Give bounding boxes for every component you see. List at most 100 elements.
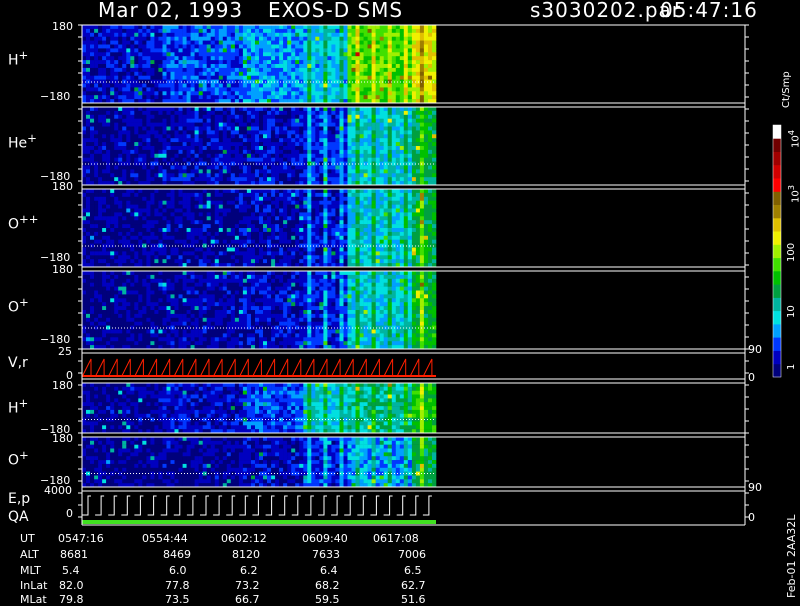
panel-h-plus-cell [154,56,158,60]
panel-h-plus-cell [364,95,368,99]
panel-o-plus-plus-cell [360,212,364,216]
panel-o-plus-plus-cell [158,220,162,224]
panel-h-plus-cell [187,56,191,60]
panel-o-plus-plus-cell [331,216,335,220]
panel-o-plus-plus-cell [335,197,339,201]
panel-h-plus-cell [163,41,167,45]
panel-h-plus-cell [412,76,416,80]
panel-he-plus-cell [251,166,255,170]
panel-h-plus-cell [303,80,307,84]
panel-h-plus-cell [335,87,339,91]
panel-o-plus-plus-cell [191,248,195,252]
panel-o-plus-plus-cell [215,220,219,224]
panel-h-plus-cell [82,72,86,76]
panel-o-plus-plus-cell [203,220,207,224]
panel-he-plus-cell [263,142,267,146]
panel-o-plus-plus-cell [126,189,130,193]
panel-o-plus-plus-cell [207,248,211,252]
panel-he-plus-cell [432,127,436,131]
panel-o-plus-plus-cell [82,197,86,201]
panel-h-plus-cell [183,48,187,52]
panel-he-plus-cell [352,119,356,123]
panel-he-plus-cell [102,173,106,177]
panel-h-plus-cell [207,33,211,37]
panel-h-plus-cell [223,72,227,76]
panel-o-plus-plus-cell [247,216,251,220]
panel-he-plus-cell [396,142,400,146]
panel-h-plus-cell [255,48,259,52]
panel-o-plus-plus-cell [130,255,134,259]
panel-h-plus-cell [303,56,307,60]
panel-he-plus-cell [90,166,94,170]
panel-o-plus-plus-cell [158,259,162,263]
panel-h-plus-cell [424,45,428,49]
panel-h-plus-cell [118,45,122,49]
panel-he-plus-cell [179,127,183,131]
panel-h-plus-cell [368,76,372,80]
panel-he-plus-cell [134,123,138,127]
panel-h-plus-cell [251,37,255,41]
panel-h-plus-cell [247,76,251,80]
panel-h-plus-cell [179,64,183,68]
panel-he-plus-cell [416,146,420,150]
panel-he-plus-cell [150,154,154,158]
panel-o-plus-plus-cell [235,236,239,240]
panel-he-plus-cell [110,127,114,131]
panel-h-plus-cell [195,64,199,68]
panel-he-plus-cell [319,119,323,123]
panel-h-plus-cell [283,48,287,52]
panel-he-plus-cell [416,119,420,123]
panel-h-plus-cell [215,84,219,88]
panel-he-plus-cell [134,177,138,181]
panel-h-plus-cell [187,37,191,41]
panel-h-plus-cell [90,84,94,88]
panel-he-plus-cell [223,123,227,127]
panel-h-plus-cell [215,37,219,41]
panel-h-plus-cell [376,33,380,37]
panel-h-plus-cell [130,76,134,80]
panel-o-plus-plus-cell [94,220,98,224]
panel-o-plus-plus-cell [247,220,251,224]
panel-o-plus-plus-cell [138,205,142,209]
panel-h-plus-cell [291,41,295,45]
panel-he-plus-cell [432,138,436,142]
panel-o-plus-plus-cell [344,248,348,252]
panel-o-plus-plus-cell [150,259,154,263]
panel-h-plus-cell [275,91,279,95]
panel-h-plus-cell [187,29,191,33]
panel-o-plus-plus-cell [179,220,183,224]
panel-o-plus-plus-cell [344,201,348,205]
panel-h-plus-cell [388,91,392,95]
panel-h-plus-cell [90,76,94,80]
panel-he-plus-cell [271,150,275,154]
panel-he-plus-cell [243,177,247,181]
panel-h-plus-cell [203,25,207,29]
panel-h-plus-cell [424,33,428,37]
panel-h-plus-cell [154,80,158,84]
panel-o-plus-plus-cell [364,240,368,244]
panel-o-plus-plus-cell [130,248,134,252]
panel-h-plus-cell [167,56,171,60]
panel-o-plus-plus-cell [303,205,307,209]
panel-h-plus-cell [171,60,175,64]
panel-he-plus-cell [167,115,171,119]
panel-o-plus-plus-cell [368,232,372,236]
panel-o-plus-plus-cell [327,209,331,213]
panel-o-plus-plus-cell [82,228,86,232]
panel-h-plus-cell [408,48,412,52]
panel-o-plus-plus-cell [295,205,299,209]
panel-h-plus-cell [360,68,364,72]
panel-o-plus-plus-cell [315,255,319,259]
panel-o-plus-plus-cell [372,228,376,232]
panel-h-plus-cell [130,60,134,64]
panel-he-plus-cell [340,169,344,173]
panel-he-plus-cell [90,146,94,150]
panel-h-plus-cell [307,56,311,60]
panel-o-plus-plus-cell [183,228,187,232]
panel-o-plus-plus-cell [267,197,271,201]
panel-h-plus-cell [239,60,243,64]
panel-o-plus-plus-cell [376,224,380,228]
panel-o-plus-plus-cell [364,251,368,255]
panel-he-plus-cell [167,166,171,170]
panel-h-plus-cell [344,72,348,76]
